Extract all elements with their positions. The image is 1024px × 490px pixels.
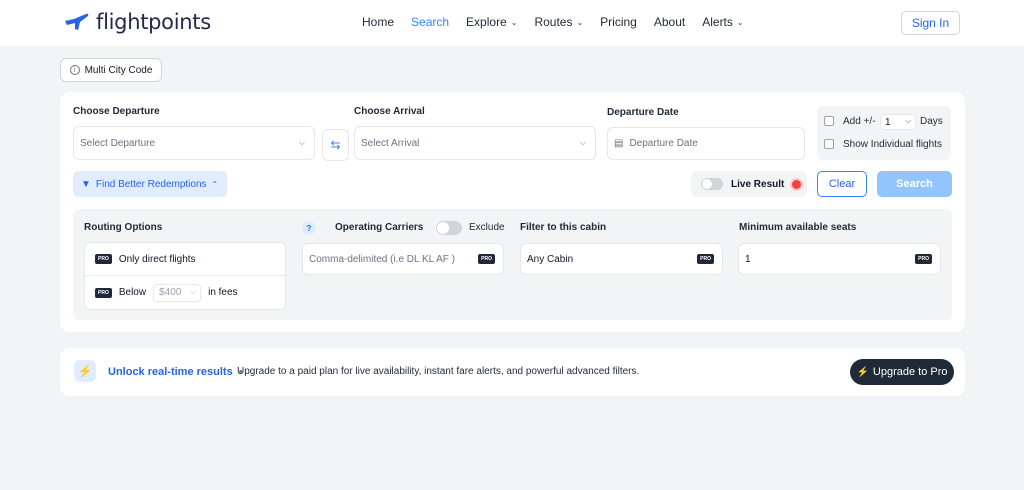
fee-limit-value: $400 bbox=[159, 287, 182, 298]
pro-badge: PRO bbox=[95, 254, 112, 264]
departure-label: Choose Departure bbox=[73, 106, 160, 117]
seats-input[interactable]: 1 PRO bbox=[738, 243, 941, 275]
add-days-label: Add +/- bbox=[843, 116, 876, 127]
main-nav: Home Search Explore ⌄ Routes ⌄ Pricing Abo… bbox=[362, 15, 761, 29]
in-fees-label: in fees bbox=[208, 287, 238, 298]
upgrade-banner: ⚡ Unlock real-time results • Upgrade to … bbox=[60, 348, 965, 396]
toggle-switch[interactable] bbox=[701, 178, 723, 190]
nav-alerts[interactable]: Alerts ⌄ bbox=[702, 15, 743, 29]
nav-about-label: About bbox=[653, 15, 686, 29]
chevron-down-icon: ⌄ bbox=[510, 17, 518, 27]
pro-badge: PRO bbox=[915, 254, 932, 264]
multi-city-label: Multi City Code bbox=[84, 64, 153, 76]
live-status-dot-icon bbox=[792, 179, 802, 189]
pro-badge: PRO bbox=[697, 254, 714, 264]
direct-flights-option[interactable]: PRO Only direct flights bbox=[85, 243, 285, 276]
arrival-placeholder: Select Arrival bbox=[361, 137, 420, 149]
plane-logo-icon bbox=[65, 13, 89, 30]
brand-name: flightpoints bbox=[96, 10, 211, 34]
chevron-down-icon: ⌄ bbox=[736, 17, 744, 27]
chevron-down-icon: ⌵ bbox=[579, 138, 586, 147]
nav-routes[interactable]: Routes ⌄ bbox=[534, 15, 583, 29]
nav-explore-label: Explore bbox=[466, 15, 507, 29]
chevron-down-icon: ⌵ bbox=[905, 118, 911, 125]
upgrade-label: Upgrade to Pro bbox=[872, 366, 948, 378]
filter-icon: ▼ bbox=[81, 178, 91, 190]
cabin-select[interactable]: Any Cabin PRO bbox=[520, 243, 723, 275]
arrival-select[interactable]: Select Arrival ⌵ bbox=[354, 126, 596, 160]
advanced-filters-panel: Routing Options PRO Only direct flights … bbox=[73, 209, 952, 320]
unlock-title-text: Unlock real-time results bbox=[108, 366, 233, 378]
nav-search-label: Search bbox=[411, 15, 450, 29]
add-days-checkbox[interactable] bbox=[824, 116, 834, 126]
nav-home[interactable]: Home bbox=[362, 15, 394, 29]
pro-badge: PRO bbox=[478, 254, 495, 264]
below-label: Below bbox=[118, 287, 147, 298]
lightning-icon: ⚡ bbox=[856, 366, 869, 378]
chevron-down-icon: ⌵ bbox=[298, 138, 305, 147]
routing-title: Routing Options bbox=[84, 222, 163, 233]
search-button[interactable]: Search bbox=[877, 171, 952, 197]
nav-alerts-label: Alerts bbox=[702, 15, 733, 29]
departure-select[interactable]: Select Departure ⌵ bbox=[73, 126, 315, 160]
carriers-input[interactable]: Comma-delimited (i.e DL KL AF ) PRO bbox=[302, 243, 504, 275]
calendar-icon: ▤ bbox=[614, 138, 624, 149]
help-icon[interactable]: ? bbox=[302, 221, 316, 235]
show-individual-label: Show Individual flights bbox=[843, 139, 942, 150]
nav-search[interactable]: Search bbox=[411, 15, 449, 29]
sign-in-button[interactable]: Sign In bbox=[901, 11, 960, 35]
days-select[interactable]: 1 ⌵ bbox=[880, 114, 916, 130]
find-better-redemptions-button[interactable]: ▼ Find Better Redemptions ⌃ bbox=[73, 171, 227, 197]
nav-about[interactable]: About bbox=[654, 15, 685, 29]
seats-value: 1 bbox=[745, 253, 751, 265]
departure-date-field[interactable]: ▤ Departure Date bbox=[607, 127, 805, 160]
pro-badge: PRO bbox=[95, 287, 112, 298]
swap-button[interactable]: ⇆ bbox=[322, 129, 349, 161]
nav-pricing[interactable]: Pricing bbox=[600, 15, 637, 29]
exclude-toggle[interactable] bbox=[436, 221, 462, 235]
show-individual-checkbox[interactable] bbox=[824, 139, 834, 149]
nav-explore[interactable]: Explore ⌄ bbox=[466, 15, 517, 29]
live-result-label: Live Result bbox=[731, 178, 785, 190]
direct-flights-label: Only direct flights bbox=[118, 253, 196, 265]
top-navbar: flightpoints Home Search Explore ⌄ Routes… bbox=[0, 0, 1024, 46]
live-result-toggle[interactable]: Live Result bbox=[691, 171, 807, 197]
lightning-icon: ⚡ bbox=[74, 360, 96, 382]
cabin-title: Filter to this cabin bbox=[520, 222, 607, 233]
swap-arrows-icon: ⇆ bbox=[330, 138, 341, 152]
departure-placeholder: Select Departure bbox=[80, 137, 156, 149]
below-fees-option[interactable]: PRO Below $400 ⌵ in fees bbox=[85, 276, 285, 309]
search-card: Choose Departure Select Departure ⌵ ⇆ Ch… bbox=[60, 92, 965, 332]
upgrade-description: Upgrade to a paid plan for live availabi… bbox=[237, 366, 640, 377]
nav-routes-label: Routes bbox=[534, 15, 573, 29]
seats-title: Minimum available seats bbox=[739, 222, 857, 233]
find-better-label: Find Better Redemptions bbox=[95, 178, 207, 190]
days-suffix: Days bbox=[920, 116, 943, 127]
chevron-down-icon: ⌄ bbox=[576, 17, 584, 27]
chevron-down-icon: ⌵ bbox=[190, 288, 197, 296]
add-days-panel: Add +/- 1 ⌵ Days Show Individual flights bbox=[817, 106, 951, 160]
exclude-label: Exclude bbox=[469, 222, 505, 233]
routing-options-box: PRO Only direct flights PRO Below $400 ⌵… bbox=[84, 242, 286, 310]
arrival-label: Choose Arrival bbox=[354, 106, 425, 117]
days-value: 1 bbox=[885, 116, 891, 128]
carriers-placeholder: Comma-delimited (i.e DL KL AF ) bbox=[309, 253, 455, 265]
upgrade-to-pro-button[interactable]: ⚡ Upgrade to Pro bbox=[850, 359, 954, 385]
clear-button[interactable]: Clear bbox=[817, 171, 867, 197]
nav-pricing-label: Pricing bbox=[600, 15, 637, 29]
nav-home-label: Home bbox=[362, 15, 395, 29]
logo[interactable]: flightpoints bbox=[64, 10, 211, 34]
info-icon: i bbox=[69, 65, 80, 75]
multi-city-code-button[interactable]: i Multi City Code bbox=[60, 58, 162, 82]
operating-carriers-title: Operating Carriers bbox=[335, 222, 424, 233]
date-placeholder: Departure Date bbox=[629, 138, 698, 149]
unlock-title: Unlock real-time results • bbox=[108, 366, 243, 378]
fee-limit-select[interactable]: $400 ⌵ bbox=[153, 283, 202, 302]
cabin-value: Any Cabin bbox=[527, 253, 574, 265]
date-label: Departure Date bbox=[607, 107, 679, 118]
chevron-up-icon: ⌃ bbox=[211, 179, 219, 189]
